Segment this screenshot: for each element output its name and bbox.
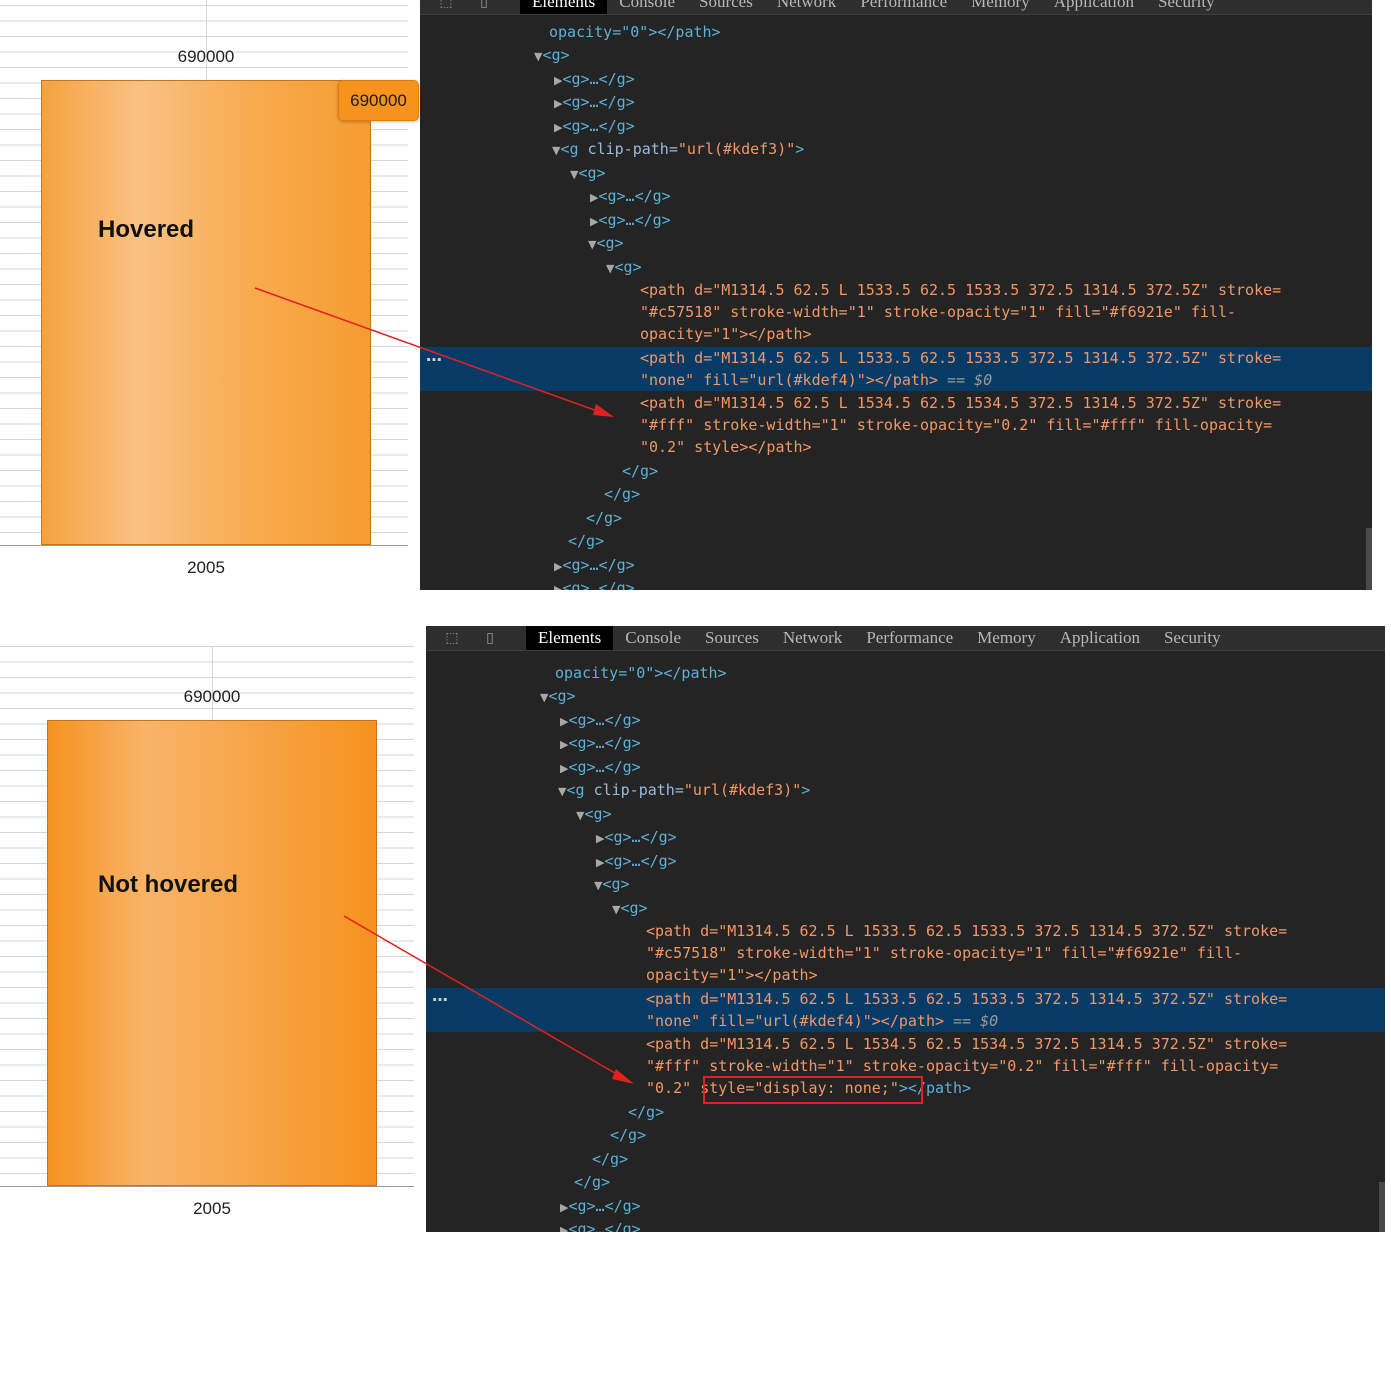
dom-node[interactable]: ▶<g>…</g> <box>554 554 635 576</box>
path-2-line[interactable]: <path d="M1314.5 62.5 L 1533.5 62.5 1533… <box>646 988 1287 1010</box>
dom-node[interactable]: ▼<g> <box>612 897 648 919</box>
tab-security[interactable]: Security <box>1152 626 1233 650</box>
dom-close: </g> <box>622 462 659 480</box>
tab-application[interactable]: Application <box>1042 0 1146 14</box>
path-2-line[interactable]: "none" fill="url(#kdef4)"></path> == $0 <box>646 1010 998 1032</box>
tab-network[interactable]: Network <box>765 0 848 14</box>
chart-svg: 690000 2005 Not hovered <box>0 646 414 1218</box>
dom-node[interactable]: ▶<g>…</g> <box>554 68 635 90</box>
x-tick-label: 2005 <box>193 1199 231 1218</box>
dom-node[interactable]: ▶<g>…</g> <box>560 1195 641 1217</box>
tab-network[interactable]: Network <box>771 626 854 650</box>
state-caption: Not hovered <box>98 871 238 898</box>
dom-close: </g> <box>628 1103 665 1121</box>
dom-node[interactable]: ▶<g>…</g> <box>590 185 671 207</box>
path-3-line[interactable]: "#fff" stroke-width="1" stroke-opacity="… <box>646 1055 1278 1077</box>
inspect-element-icon[interactable]: ⬚ <box>434 0 458 14</box>
tab-sources[interactable]: Sources <box>687 0 765 14</box>
dom-node[interactable]: ▼<g> <box>540 685 576 707</box>
tab-performance[interactable]: Performance <box>848 0 959 14</box>
dom-node[interactable]: ▼<g> <box>534 44 570 66</box>
device-toolbar-icon[interactable]: ▯ <box>472 0 496 14</box>
chart-not-hovered: 690000 2005 Not hovered <box>0 646 414 1226</box>
path-3-line[interactable]: <path d="M1314.5 62.5 L 1534.5 62.5 1534… <box>646 1033 1287 1055</box>
inspect-element-icon[interactable]: ⬚ <box>440 626 464 650</box>
dom-node[interactable]: ▼<g> <box>570 162 606 184</box>
dom-node[interactable]: ▶<g>…</g> <box>554 91 635 113</box>
bar-tooltip: 690000 <box>338 80 419 121</box>
dom-node[interactable]: ▼<g> <box>606 256 642 278</box>
tab-security[interactable]: Security <box>1146 0 1227 14</box>
dom-close: </g> <box>574 1173 611 1191</box>
x-tick-label: 2005 <box>187 558 225 577</box>
devtools-toolbar: ⬚ ▯ Elements Console Sources Network Per… <box>420 0 1372 15</box>
dom-line: opacity="0"></path> <box>555 664 727 682</box>
dom-close: </g> <box>586 509 623 527</box>
dom-node[interactable]: ▼<g clip-path="url(#kdef3)"> <box>552 138 804 160</box>
dom-close: </g> <box>610 1126 647 1144</box>
dom-node[interactable]: ▼<g clip-path="url(#kdef3)"> <box>558 779 810 801</box>
selected-marker: == $0 <box>947 371 993 389</box>
data-label: 690000 <box>178 47 235 66</box>
tab-performance[interactable]: Performance <box>854 626 965 650</box>
bar-2005[interactable] <box>41 80 371 545</box>
tab-elements[interactable]: Elements <box>520 0 608 14</box>
tab-sources[interactable]: Sources <box>693 626 771 650</box>
path-1-line[interactable]: "#c57518" stroke-width="1" stroke-opacit… <box>640 301 1236 323</box>
dom-node[interactable]: ▶<g>…</g> <box>554 115 635 137</box>
tab-console[interactable]: Console <box>613 626 693 650</box>
more-icon[interactable]: ⋯ <box>426 350 442 369</box>
dom-node[interactable]: ▶<g>…</g> <box>590 209 671 231</box>
dom-node[interactable]: ▶<g>…</g> <box>596 826 677 848</box>
scrollbar[interactable] <box>1366 528 1372 590</box>
tab-elements[interactable]: Elements <box>526 626 614 650</box>
scrollbar[interactable] <box>1379 1182 1385 1232</box>
devtools-toolbar: ⬚ ▯ Elements Console Sources Network Per… <box>426 626 1385 651</box>
tab-console[interactable]: Console <box>607 0 687 14</box>
highlight-box <box>703 1076 923 1104</box>
dom-node[interactable]: ▼<g> <box>594 873 630 895</box>
more-icon[interactable]: ⋯ <box>432 990 448 1009</box>
tab-memory[interactable]: Memory <box>959 0 1042 14</box>
path-1-line[interactable]: opacity="1"></path> <box>640 323 812 345</box>
dom-node[interactable]: ▶<g>…</g> <box>596 850 677 872</box>
bar-2005[interactable] <box>47 720 377 1186</box>
dom-node[interactable]: ▼<g> <box>588 232 624 254</box>
selected-marker: == $0 <box>953 1012 999 1030</box>
dom-close: </g> <box>604 485 641 503</box>
not-hovered-panel: 690000 2005 Not hovered ⬚ ▯ Elements Con… <box>0 626 1391 1246</box>
tab-application[interactable]: Application <box>1048 626 1152 650</box>
path-3-line[interactable]: "#fff" stroke-width="1" stroke-opacity="… <box>640 414 1272 436</box>
dom-node[interactable]: ▶<g>…</g> <box>560 709 641 731</box>
dom-node[interactable]: ▼<g> <box>576 803 612 825</box>
path-1-line[interactable]: <path d="M1314.5 62.5 L 1533.5 62.5 1533… <box>640 279 1281 301</box>
dom-node[interactable]: ▶<g>…</g> <box>560 756 641 778</box>
devtools-elements-panel: ⬚ ▯ Elements Console Sources Network Per… <box>420 0 1372 590</box>
dom-line: opacity="0"></path> <box>549 23 721 41</box>
path-3-line[interactable]: <path d="M1314.5 62.5 L 1534.5 62.5 1534… <box>640 392 1281 414</box>
path-1-line[interactable]: <path d="M1314.5 62.5 L 1533.5 62.5 1533… <box>646 920 1287 942</box>
devtools-elements-panel: ⬚ ▯ Elements Console Sources Network Per… <box>426 626 1385 1232</box>
dom-node[interactable]: ▶<g>…</g> <box>560 732 641 754</box>
path-1-line[interactable]: opacity="1"></path> <box>646 964 818 986</box>
path-3-line[interactable]: "0.2" style></path> <box>640 436 812 458</box>
hovered-panel: 690000 2005 Hovered 690000 ⬚ ▯ Elements … <box>0 0 1391 600</box>
dom-node[interactable]: ▶<g>…</g> <box>560 1218 641 1232</box>
dom-node[interactable]: ▶<g>…</g> <box>554 577 635 590</box>
tab-memory[interactable]: Memory <box>965 626 1048 650</box>
data-label: 690000 <box>184 687 241 706</box>
path-2-line[interactable]: <path d="M1314.5 62.5 L 1533.5 62.5 1533… <box>640 347 1281 369</box>
state-caption: Hovered <box>98 216 194 243</box>
path-1-line[interactable]: "#c57518" stroke-width="1" stroke-opacit… <box>646 942 1242 964</box>
dom-close: </g> <box>592 1150 629 1168</box>
dom-close: </g> <box>568 532 605 550</box>
path-2-line[interactable]: "none" fill="url(#kdef4)"></path> == $0 <box>640 369 992 391</box>
device-toolbar-icon[interactable]: ▯ <box>478 626 502 650</box>
